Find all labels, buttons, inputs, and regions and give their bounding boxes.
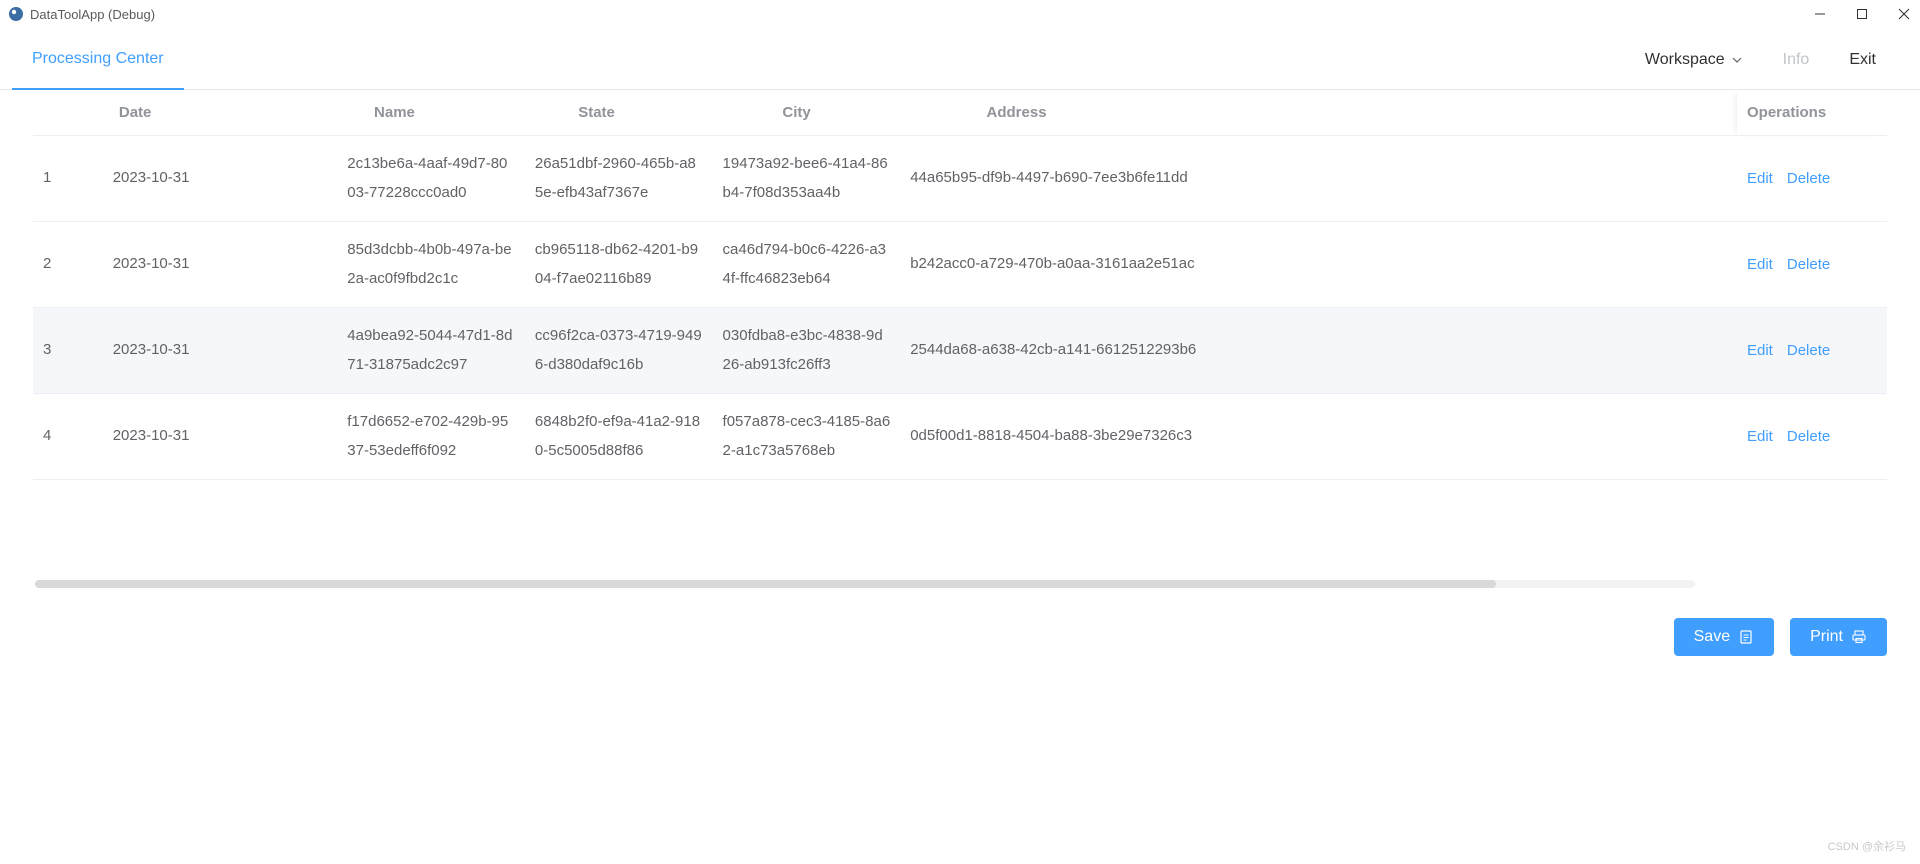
- operations-cell: Edit Delete: [1737, 308, 1887, 394]
- cell-state: cb965118-db62-4201-b904-f7ae02116b89: [525, 222, 713, 308]
- maximize-icon: [1856, 8, 1868, 20]
- cell-address: 2544da68-a638-42cb-a141-6612512293b6: [900, 308, 1737, 394]
- table-row: 22023-10-3185d3dcbb-4b0b-497a-be2a-ac0f9…: [33, 222, 1737, 308]
- menu-label: Exit: [1849, 51, 1876, 69]
- chevron-down-icon: [1731, 54, 1743, 66]
- app-icon: [8, 6, 24, 22]
- table-body-scroll[interactable]: 12023-10-312c13be6a-4aaf-49d7-8003-77228…: [33, 136, 1737, 576]
- save-button[interactable]: Save: [1674, 618, 1774, 656]
- menu-label: Workspace: [1645, 51, 1725, 69]
- delete-link[interactable]: Delete: [1787, 342, 1830, 359]
- cell-date: 2023-10-31: [103, 308, 338, 394]
- edit-link[interactable]: Edit: [1747, 170, 1773, 187]
- data-table-body: 12023-10-312c13be6a-4aaf-49d7-8003-77228…: [33, 136, 1737, 480]
- window-controls: [1814, 8, 1910, 20]
- cell-city: f057a878-cec3-4185-8a62-a1c73a5768eb: [713, 394, 901, 480]
- content-area: Date Name State City Address 12023-10-31…: [0, 90, 1920, 600]
- cell-name: 2c13be6a-4aaf-49d7-8003-77228ccc0ad0: [337, 136, 525, 222]
- window-titlebar: DataToolApp (Debug): [0, 0, 1920, 30]
- cell-date: 2023-10-31: [103, 222, 338, 308]
- operations-cell: Edit Delete: [1737, 222, 1887, 308]
- horizontal-scrollbar[interactable]: [35, 580, 1695, 588]
- cell-index: 3: [33, 308, 103, 394]
- window-close-button[interactable]: [1898, 8, 1910, 20]
- window-minimize-button[interactable]: [1814, 8, 1826, 20]
- window-title: DataToolApp (Debug): [30, 7, 155, 22]
- watermark: CSDN @余衫马: [1828, 838, 1906, 854]
- cell-state: cc96f2ca-0373-4719-9496-d380daf9c16b: [525, 308, 713, 394]
- table-wrap: Date Name State City Address 12023-10-31…: [33, 90, 1887, 588]
- menu-label: Processing Center: [32, 50, 164, 68]
- document-icon: [1738, 629, 1754, 645]
- print-button[interactable]: Print: [1790, 618, 1887, 656]
- header-date: Date: [109, 90, 364, 136]
- printer-icon: [1851, 629, 1867, 645]
- cell-address: 0d5f00d1-8818-4504-ba88-3be29e7326c3: [900, 394, 1737, 480]
- cell-city: 19473a92-bee6-41a4-86b4-7f08d353aa4b: [713, 136, 901, 222]
- cell-address: 44a65b95-df9b-4497-b690-7ee3b6fe11dd: [900, 136, 1737, 222]
- cell-name: 85d3dcbb-4b0b-497a-be2a-ac0f9fbd2c1c: [337, 222, 525, 308]
- cell-address: b242acc0-a729-470b-a0aa-3161aa2e51ac: [900, 222, 1737, 308]
- delete-link[interactable]: Delete: [1787, 170, 1830, 187]
- cell-date: 2023-10-31: [103, 394, 338, 480]
- close-icon: [1898, 8, 1910, 20]
- header-city: City: [772, 90, 976, 136]
- footer-buttons: Save Print: [0, 600, 1920, 672]
- header-state: State: [568, 90, 772, 136]
- menu-workspace[interactable]: Workspace: [1625, 30, 1763, 90]
- cell-index: 1: [33, 136, 103, 222]
- cell-index: 4: [33, 394, 103, 480]
- data-table-header: Date Name State City Address: [33, 90, 1887, 136]
- header-operations: Operations: [1737, 90, 1887, 136]
- cell-name: 4a9bea92-5044-47d1-8d71-31875adc2c97: [337, 308, 525, 394]
- window-maximize-button[interactable]: [1856, 8, 1868, 20]
- cell-state: 6848b2f0-ef9a-41a2-9180-5c5005d88f86: [525, 394, 713, 480]
- delete-link[interactable]: Delete: [1787, 256, 1830, 273]
- edit-link[interactable]: Edit: [1747, 256, 1773, 273]
- save-button-label: Save: [1694, 628, 1730, 646]
- cell-city: ca46d794-b0c6-4226-a34f-ffc46823eb64: [713, 222, 901, 308]
- operations-fixed-column: Edit Delete Edit Delete Edit Delete Edit Delete: [1737, 136, 1887, 480]
- menubar-right: Workspace Info Exit: [1625, 30, 1896, 90]
- cell-name: f17d6652-e702-429b-9537-53edeff6f092: [337, 394, 525, 480]
- menu-label: Info: [1783, 51, 1810, 69]
- table-row: 32023-10-314a9bea92-5044-47d1-8d71-31875…: [33, 308, 1737, 394]
- cell-state: 26a51dbf-2960-465b-a85e-efb43af7367e: [525, 136, 713, 222]
- operations-cell: Edit Delete: [1737, 136, 1887, 222]
- delete-link[interactable]: Delete: [1787, 428, 1830, 445]
- menu-processing-center[interactable]: Processing Center: [12, 30, 184, 90]
- titlebar-left: DataToolApp (Debug): [8, 6, 155, 22]
- cell-city: 030fdba8-e3bc-4838-9d26-ab913fc26ff3: [713, 308, 901, 394]
- cell-index: 2: [33, 222, 103, 308]
- table-row: 42023-10-31f17d6652-e702-429b-9537-53ede…: [33, 394, 1737, 480]
- menubar: Processing Center Workspace Info Exit: [0, 30, 1920, 90]
- table-row: 12023-10-312c13be6a-4aaf-49d7-8003-77228…: [33, 136, 1737, 222]
- cell-date: 2023-10-31: [103, 136, 338, 222]
- menu-info: Info: [1763, 30, 1830, 90]
- table-header-row: Date Name State City Address: [33, 90, 1887, 136]
- horizontal-scrollbar-thumb[interactable]: [35, 580, 1496, 588]
- menubar-left: Processing Center: [12, 30, 184, 90]
- header-name: Name: [364, 90, 568, 136]
- menu-exit[interactable]: Exit: [1829, 30, 1896, 90]
- table-scroll-region: 12023-10-312c13be6a-4aaf-49d7-8003-77228…: [33, 136, 1887, 576]
- operations-cell: Edit Delete: [1737, 394, 1887, 480]
- edit-link[interactable]: Edit: [1747, 342, 1773, 359]
- operations-header-wrap: Operations: [1737, 90, 1887, 136]
- header-index: [33, 90, 109, 136]
- print-button-label: Print: [1810, 628, 1843, 646]
- edit-link[interactable]: Edit: [1747, 428, 1773, 445]
- minimize-icon: [1814, 8, 1826, 20]
